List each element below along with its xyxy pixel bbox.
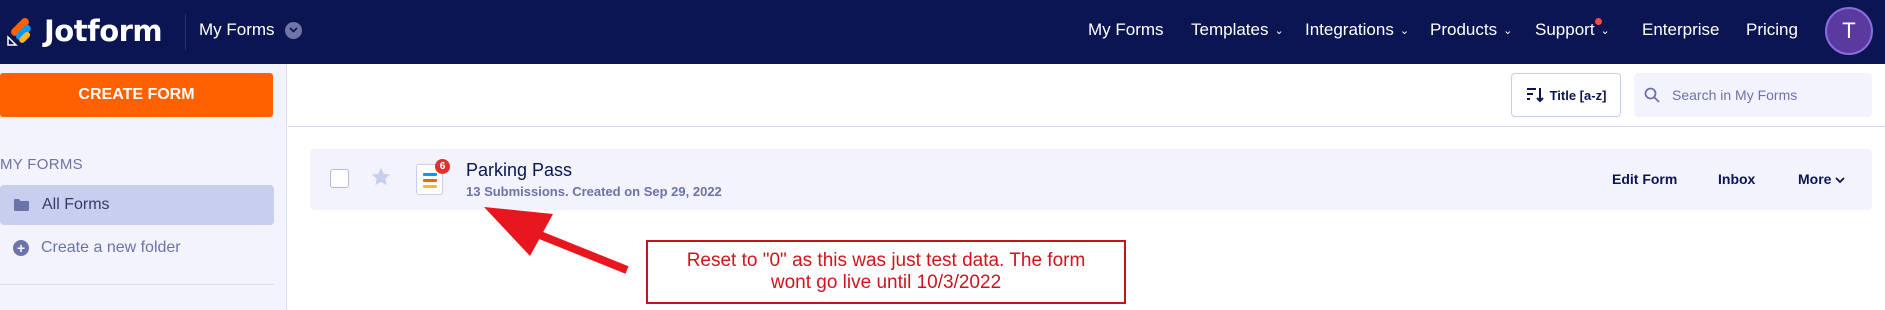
chevron-down-icon: ⌄ [1399, 25, 1410, 38]
form-icon-line [423, 179, 437, 182]
more-label: More [1798, 171, 1832, 187]
nav-integrations[interactable]: Integrations ⌄ [1305, 20, 1409, 40]
inbox-button[interactable]: Inbox [1718, 171, 1755, 187]
user-avatar[interactable]: T [1825, 7, 1873, 55]
nav-integrations-label: Integrations [1305, 20, 1394, 39]
folder-icon [14, 199, 29, 211]
search-icon [1644, 87, 1660, 103]
jotform-logo-icon [7, 18, 31, 46]
edit-form-button[interactable]: Edit Form [1612, 171, 1677, 187]
search-box [1634, 73, 1872, 117]
more-button[interactable]: More [1798, 171, 1845, 187]
nav-templates[interactable]: Templates ⌄ [1191, 20, 1284, 40]
sidebar-heading: MY FORMS [0, 156, 83, 173]
brand-name: Jotform [44, 14, 163, 48]
my-forms-dropdown[interactable]: My Forms [199, 20, 302, 40]
sort-label: Title [a-z] [1549, 87, 1607, 103]
jotform-logo[interactable]: Jotform [6, 14, 163, 48]
annotation-line-1: Reset to "0" as this was just test data.… [686, 250, 1086, 271]
create-folder-button[interactable]: + Create a new folder [13, 239, 181, 257]
form-title[interactable]: Parking Pass [466, 160, 572, 181]
sidebar-divider [0, 284, 274, 285]
chevron-down-icon: ⌄ [1503, 25, 1513, 38]
sidebar-item-all-forms[interactable]: All Forms [0, 185, 274, 225]
create-form-button[interactable]: CREATE FORM [0, 73, 273, 117]
new-submissions-badge: 6 [435, 159, 450, 174]
toolbar-divider [288, 126, 1885, 127]
notification-dot [1595, 18, 1602, 25]
top-navbar: Jotform My Forms My Forms Templates ⌄ Int… [0, 0, 1885, 64]
chevron-down-icon [1835, 177, 1845, 184]
nav-pricing[interactable]: Pricing [1746, 20, 1798, 40]
select-checkbox[interactable] [330, 169, 349, 188]
chevron-down-icon: ⌄ [1274, 25, 1284, 38]
nav-enterprise[interactable]: Enterprise [1642, 20, 1719, 40]
create-folder-label: Create a new folder [41, 239, 181, 256]
annotation-line-2: wont go live until 10/3/2022 [770, 272, 1002, 293]
sidebar-item-label: All Forms [42, 196, 110, 213]
nav-support[interactable]: Support ⌄ [1535, 18, 1610, 40]
annotation-note: Reset to "0" as this was just test data.… [646, 240, 1126, 304]
form-meta: 13 Submissions. Created on Sep 29, 2022 [466, 184, 722, 199]
nav-templates-label: Templates [1191, 20, 1269, 39]
nav-products-label: Products [1430, 20, 1498, 39]
chevron-down-icon [284, 21, 302, 39]
nav-my-forms[interactable]: My Forms [1088, 20, 1164, 40]
nav-products[interactable]: Products ⌄ [1430, 20, 1512, 40]
form-icon-line [423, 173, 437, 176]
sidebar: CREATE FORM MY FORMS All Forms + Create … [0, 64, 287, 310]
form-icon-line [423, 185, 437, 188]
search-input[interactable] [1672, 87, 1862, 103]
nav-support-label: Support [1535, 20, 1595, 39]
sort-icon [1526, 88, 1544, 103]
chevron-down-icon: ⌄ [1600, 25, 1610, 38]
my-forms-dropdown-label: My Forms [199, 20, 275, 39]
plus-icon: + [13, 240, 29, 256]
star-icon[interactable] [370, 166, 392, 188]
navbar-divider [185, 14, 186, 50]
form-list-item[interactable]: 6 Parking Pass 13 Submissions. Created o… [310, 149, 1872, 210]
sort-button[interactable]: Title [a-z] [1511, 73, 1621, 117]
